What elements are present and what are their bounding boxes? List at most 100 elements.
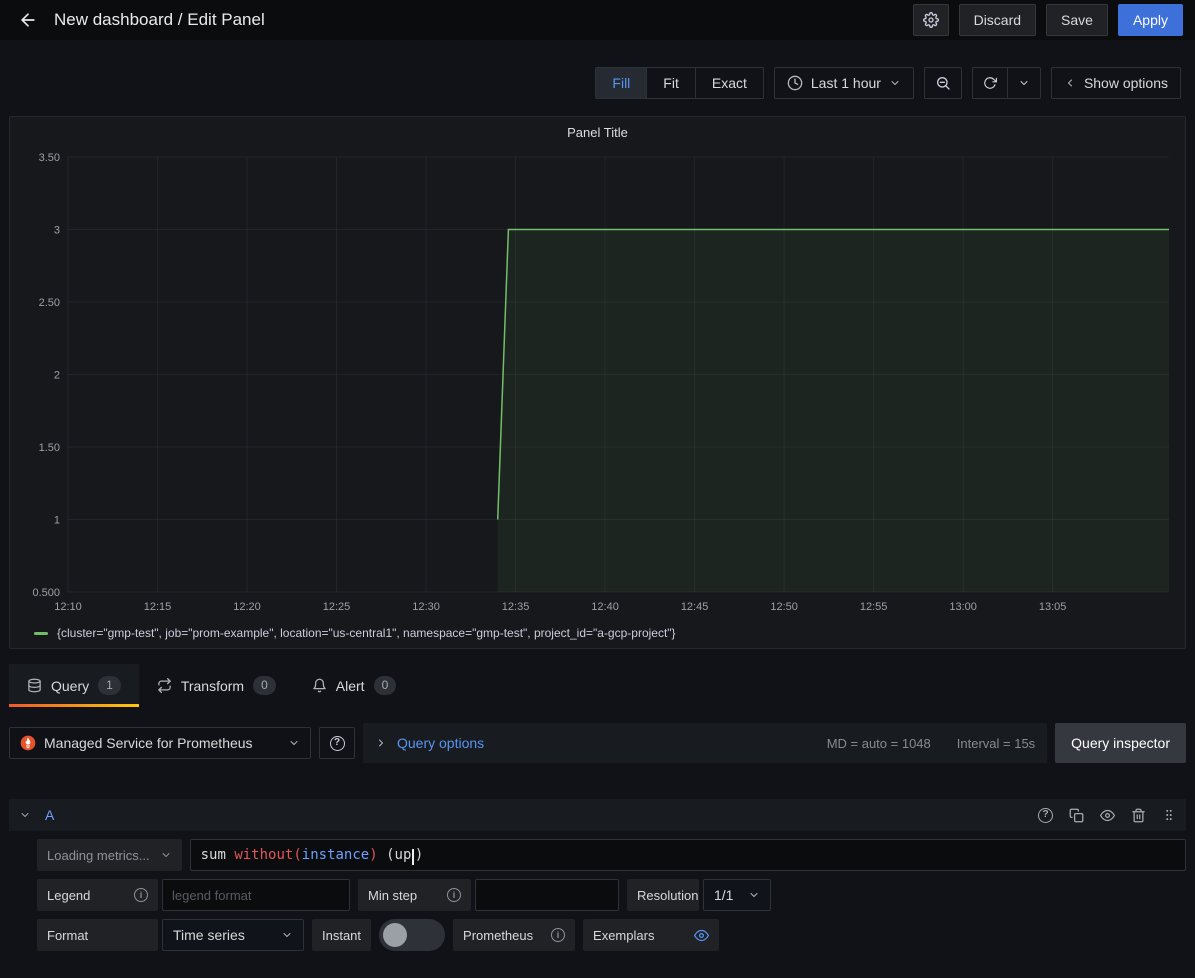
expression-row: Loading metrics... sum without(instance)… <box>37 839 1186 871</box>
svg-text:12:40: 12:40 <box>591 601 619 613</box>
time-range-picker[interactable]: Last 1 hour <box>774 67 914 99</box>
query-options-label: Query options <box>397 735 484 751</box>
svg-text:3.50: 3.50 <box>39 152 60 164</box>
info-icon[interactable]: i <box>134 888 148 902</box>
datasource-help-button[interactable]: ? <box>319 727 355 759</box>
discard-button[interactable]: Discard <box>959 4 1036 36</box>
datasource-picker[interactable]: Managed Service for Prometheus <box>9 727 311 759</box>
time-series-chart[interactable]: 12:1012:1512:2012:2512:3012:3512:4012:45… <box>16 147 1179 618</box>
legend-swatch <box>34 632 48 635</box>
hide-query-eye-icon[interactable] <box>1100 808 1115 823</box>
tab-transform[interactable]: Transform 0 <box>139 664 294 707</box>
collapse-chevron-icon[interactable] <box>19 809 31 821</box>
database-icon <box>27 678 42 693</box>
display-mode-fill[interactable]: Fill <box>596 68 646 98</box>
svg-text:1: 1 <box>54 515 60 527</box>
chevron-right-icon <box>375 737 387 749</box>
max-data-points-text: MD = auto = 1048 <box>827 736 931 751</box>
info-icon[interactable]: i <box>551 928 565 942</box>
show-options-label: Show options <box>1084 75 1168 91</box>
help-icon[interactable]: ? <box>1038 808 1053 823</box>
instant-label: Instant <box>312 919 371 951</box>
drag-handle-icon[interactable] <box>1162 808 1176 822</box>
transform-icon <box>157 678 172 693</box>
chart-legend[interactable]: {cluster="gmp-test", job="prom-example",… <box>10 618 1185 648</box>
panel-toolbar: Fill Fit Exact Last 1 hour Show options <box>0 40 1195 116</box>
legend-label: Legend i <box>37 879 158 911</box>
chevron-down-icon <box>281 929 293 941</box>
query-inspector-button[interactable]: Query inspector <box>1055 723 1186 763</box>
format-value: Time series <box>173 927 245 943</box>
panel-settings-button[interactable] <box>913 4 949 36</box>
svg-text:13:05: 13:05 <box>1039 601 1067 613</box>
svg-text:0.500: 0.500 <box>32 587 60 599</box>
svg-text:1.50: 1.50 <box>39 442 60 454</box>
chevron-down-icon <box>1018 77 1030 89</box>
tab-query[interactable]: Query 1 <box>9 664 139 707</box>
legend-series-label: {cluster="gmp-test", job="prom-example",… <box>57 626 676 640</box>
top-bar: New dashboard / Edit Panel Discard Save … <box>0 0 1195 40</box>
refresh-button[interactable] <box>973 68 1007 98</box>
display-mode-group: Fill Fit Exact <box>595 67 763 99</box>
help-icon: ? <box>330 736 345 751</box>
delete-query-trash-icon[interactable] <box>1131 808 1146 823</box>
min-step-label: Min step i <box>358 879 471 911</box>
bell-icon <box>312 678 327 693</box>
metrics-browser-label: Loading metrics... <box>47 848 150 863</box>
chevron-down-icon <box>160 849 172 861</box>
tab-alert[interactable]: Alert 0 <box>294 664 414 707</box>
duplicate-query-icon[interactable] <box>1069 808 1084 823</box>
tab-alert-label: Alert <box>336 678 365 694</box>
chevron-left-icon <box>1064 77 1076 89</box>
svg-text:12:15: 12:15 <box>144 601 172 613</box>
svg-text:12:35: 12:35 <box>502 601 530 613</box>
svg-text:2: 2 <box>54 370 60 382</box>
back-button[interactable] <box>12 4 44 36</box>
query-options-row: Managed Service for Prometheus ? Query o… <box>9 723 1186 763</box>
min-step-input[interactable] <box>475 879 619 911</box>
svg-text:12:45: 12:45 <box>681 601 709 613</box>
display-mode-exact[interactable]: Exact <box>695 68 763 98</box>
zoom-out-button[interactable] <box>924 67 962 99</box>
chevron-down-icon <box>288 737 300 749</box>
tab-query-count: 1 <box>98 676 121 694</box>
panel-title: Panel Title <box>10 117 1185 147</box>
prometheus-label: Prometheus i <box>453 919 575 951</box>
resolution-select[interactable]: 1/1 <box>703 879 771 911</box>
format-label: Format <box>37 919 158 951</box>
query-expression[interactable]: sum without(instance) (up) <box>190 839 1186 871</box>
refresh-interval-dropdown[interactable] <box>1007 68 1040 98</box>
show-options-button[interactable]: Show options <box>1051 67 1181 99</box>
exemplars-eye-icon[interactable] <box>694 928 709 943</box>
query-row-header[interactable]: A ? <box>9 799 1186 831</box>
metrics-browser-button[interactable]: Loading metrics... <box>37 839 182 871</box>
info-icon[interactable]: i <box>447 888 461 902</box>
tab-query-label: Query <box>51 678 89 694</box>
format-select[interactable]: Time series <box>162 919 304 951</box>
legend-format-input[interactable] <box>162 879 350 911</box>
svg-text:2.50: 2.50 <box>39 297 60 309</box>
svg-text:12:55: 12:55 <box>860 601 888 613</box>
svg-text:12:25: 12:25 <box>323 601 351 613</box>
apply-button[interactable]: Apply <box>1118 4 1183 36</box>
resolution-value: 1/1 <box>714 887 733 903</box>
editor-tabs: Query 1 Transform 0 Alert 0 <box>9 664 1186 707</box>
tab-transform-count: 0 <box>253 676 276 694</box>
exemplars-label: Exemplars <box>583 919 719 951</box>
prometheus-icon <box>20 735 36 751</box>
refresh-group <box>972 67 1041 99</box>
save-button[interactable]: Save <box>1046 4 1108 36</box>
tab-transform-label: Transform <box>181 678 244 694</box>
svg-text:12:30: 12:30 <box>412 601 440 613</box>
chevron-down-icon <box>889 77 901 89</box>
query-options-toggle[interactable]: Query options MD = auto = 1048 Interval … <box>363 723 1047 763</box>
time-range-label: Last 1 hour <box>811 75 881 91</box>
svg-text:12:50: 12:50 <box>770 601 798 613</box>
zoom-out-icon <box>935 75 951 91</box>
display-mode-fit[interactable]: Fit <box>646 68 695 98</box>
query-ref-id: A <box>45 807 54 823</box>
refresh-icon <box>983 76 997 90</box>
gear-icon <box>923 12 939 28</box>
toggle-knob <box>383 923 407 947</box>
instant-toggle[interactable] <box>379 919 445 951</box>
